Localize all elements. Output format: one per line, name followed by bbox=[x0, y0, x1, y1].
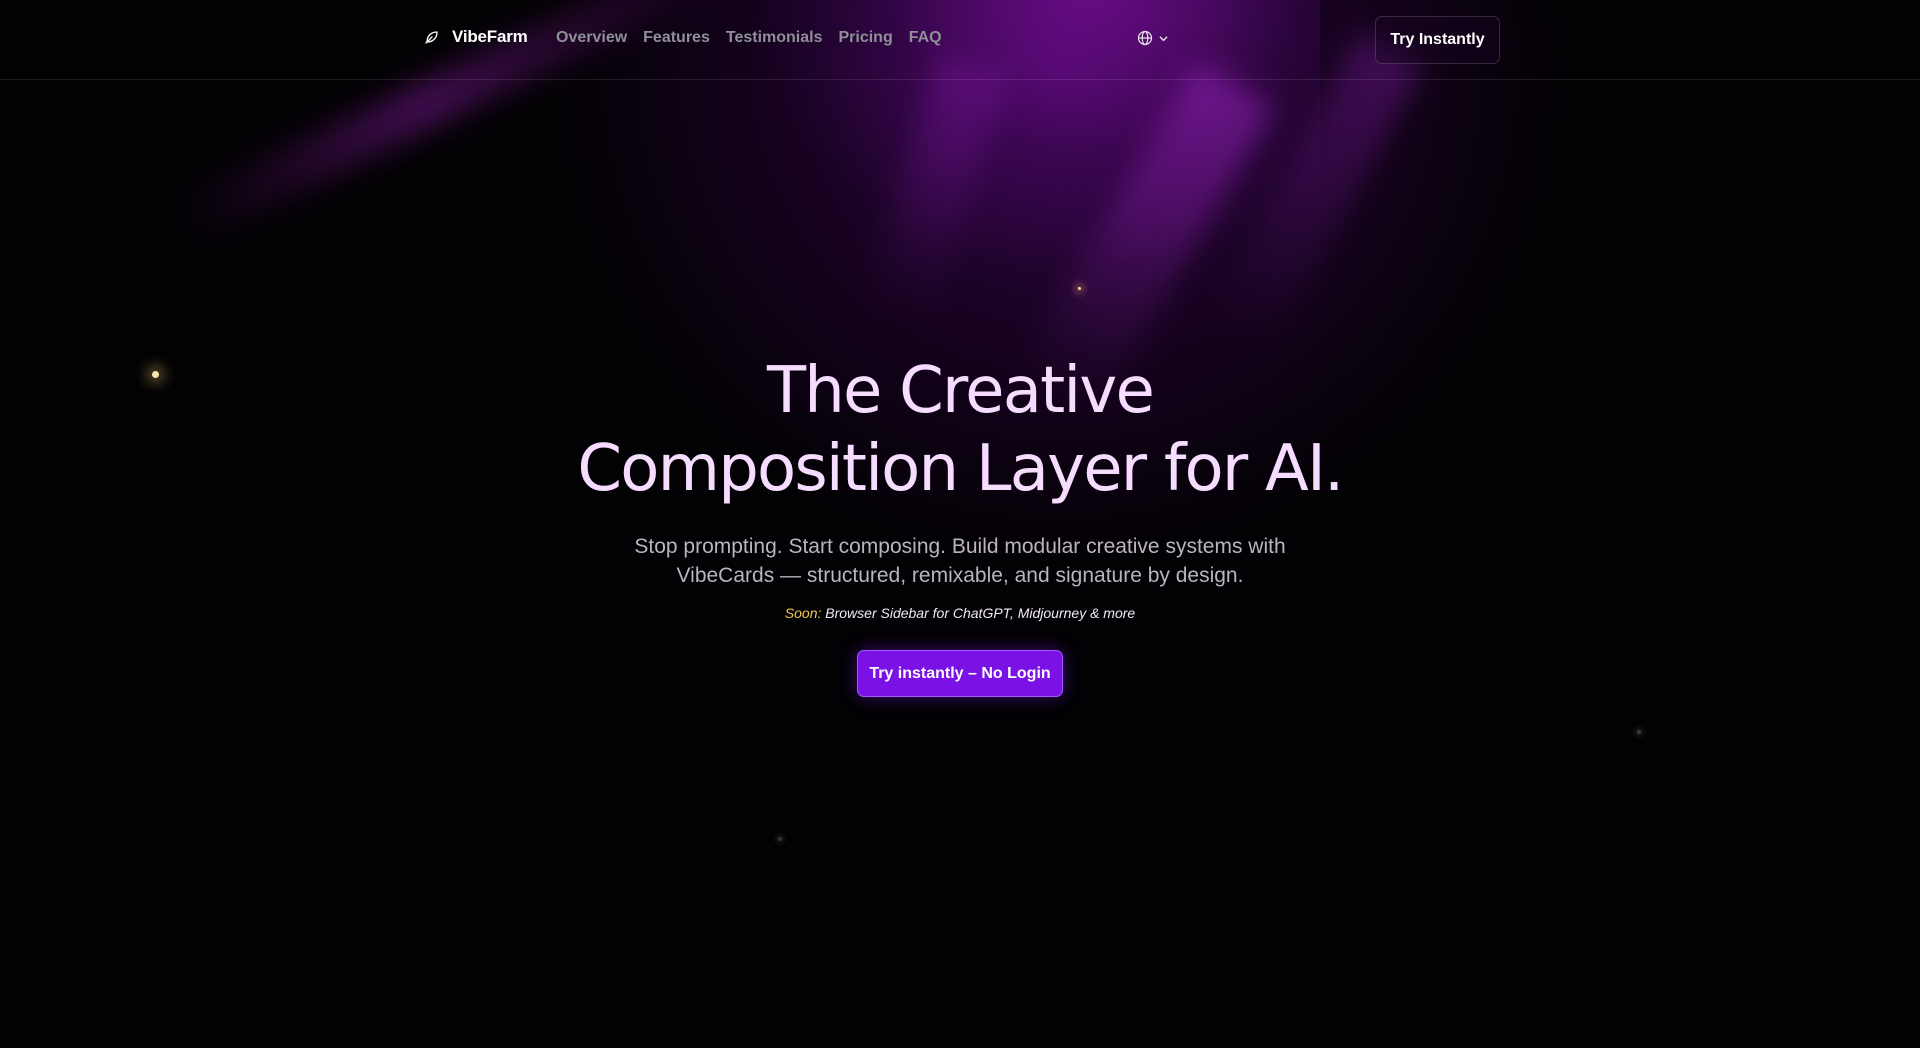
soon-text: Browser Sidebar for ChatGPT, Midjourney … bbox=[821, 605, 1136, 621]
soon-label: Soon: bbox=[784, 605, 822, 621]
brand-logo[interactable]: VibeFarm bbox=[424, 27, 528, 47]
nav-testimonials[interactable]: Testimonials bbox=[726, 29, 823, 47]
sparkle bbox=[1078, 287, 1081, 290]
sparkle bbox=[778, 837, 782, 841]
page: VibeFarm Overview Features Testimonials … bbox=[0, 0, 1920, 1048]
nav-pricing[interactable]: Pricing bbox=[838, 29, 892, 47]
try-instantly-button[interactable]: Try Instantly bbox=[1375, 16, 1500, 64]
hero-title-line2: Composition Layer for AI. bbox=[577, 432, 1344, 506]
nav-features[interactable]: Features bbox=[643, 29, 710, 47]
language-selector[interactable] bbox=[1137, 30, 1169, 46]
hero-title: The Creative Composition Layer for AI. bbox=[0, 352, 1920, 508]
hero-subtitle: Stop prompting. Start composing. Build m… bbox=[634, 535, 1286, 587]
hero-title-line1: The Creative bbox=[766, 354, 1155, 428]
main-nav: Overview Features Testimonials Pricing F… bbox=[556, 29, 942, 47]
hero-section: The Creative Composition Layer for AI. S… bbox=[0, 352, 1920, 697]
light-beam bbox=[865, 55, 1005, 325]
coming-soon-note: Soon: Browser Sidebar for ChatGPT, Midjo… bbox=[0, 605, 1920, 621]
try-instantly-no-login-button[interactable]: Try instantly – No Login bbox=[857, 650, 1063, 697]
leaf-icon bbox=[424, 29, 440, 45]
nav-faq[interactable]: FAQ bbox=[909, 29, 942, 47]
sparkle bbox=[1637, 730, 1641, 734]
top-navbar: VibeFarm Overview Features Testimonials … bbox=[0, 0, 1920, 80]
nav-overview[interactable]: Overview bbox=[556, 29, 627, 47]
light-beam bbox=[1206, 32, 1424, 358]
chevron-down-icon bbox=[1158, 33, 1169, 44]
globe-icon bbox=[1137, 30, 1153, 46]
brand-name: VibeFarm bbox=[452, 27, 528, 46]
